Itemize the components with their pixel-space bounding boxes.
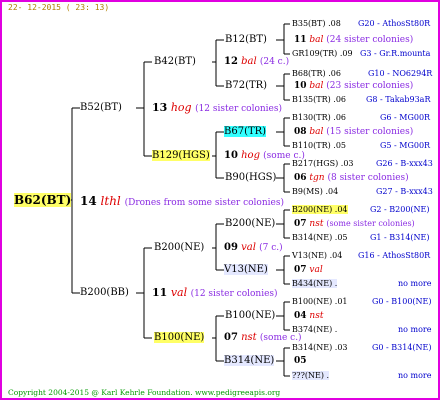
g4-row-11: B434(NE) . [292,279,338,288]
g2-num: 07 [224,332,238,343]
g2-num: 12 [224,56,238,67]
root-note: (Drones from some sister colonies) [124,198,284,208]
g3-node-3: B90(HGS) [225,172,276,184]
g4-row-2: B68(TR) .06 [292,69,341,78]
g2-node-2: B200(NE) [154,242,204,254]
g3-node-2: B67(TR) [224,126,267,138]
g2-id: B200(NE) [154,242,205,253]
g1-note: (12 sister colonies) [195,104,282,114]
g4-row-0: B35(BT) .08 [292,19,341,28]
g3-info-3: 06 tgn (8 sister colonies) [294,173,409,183]
g3-info-4: 07 nst (some sister colonies) [294,219,415,229]
g3-info-6: 04 nst [294,311,324,321]
g3-info-1: 10 bal (23 sister colonies) [294,81,414,91]
g4-row-8: B200(NE) .04 [292,205,348,214]
g4-row-5: B110(TR) .05 [292,141,347,150]
g4-info-10: G16 - AthosSt80R [358,251,431,260]
g2-id: B129(HGS) [152,150,210,161]
g4-row-3: B135(TR) .06 [292,95,347,104]
g1-num: 13 [152,101,168,114]
g2-note: (24 c.) [259,57,290,67]
root-num: 14 [80,194,97,208]
g1-sub: val [170,286,188,299]
g2-node-1: B129(HGS) [152,150,210,162]
g4-info-4: G6 - MG00R [380,113,431,122]
g4-info-1: G3 - Gr.R.mounta [360,49,431,58]
g4-info-2: G10 - NO6294R [368,69,433,78]
g4-info-7: G27 - B-xxx43 [376,187,433,196]
g3-node-7: B314(NE) [224,355,275,367]
g2-info-0: 12 bal (24 c.) [224,56,289,68]
g1-id: B52(BT) [80,102,122,113]
g2-sub: nst [241,332,257,343]
g2-info-3: 07 nst (some c.) [224,332,302,344]
g4-row-9: B314(NE) .05 [292,233,348,242]
g3-info-2: 08 bal (15 sister colonies) [294,127,414,137]
g3-node-6: B100(NE) [225,310,275,322]
g4-info-14: G0 - B314(NE) [372,343,432,352]
g2-sub: val [241,242,256,253]
g4-info-5: G5 - MG00R [380,141,431,150]
g4-info-9: G1 - B314(NE) [370,233,430,242]
g3-node-1: B72(TR) [225,80,267,92]
g3-node-4: B200(NE) [225,218,275,230]
g4-info-11: no more [398,279,432,288]
g4-info-15: no more [398,371,432,380]
g1-node-0: B52(BT) [80,102,122,114]
g3-id: B90(HGS) [225,172,277,183]
g4-row-14: B314(NE) .03 [292,343,348,352]
g1-num: 11 [152,286,168,299]
g4-info-6: G26 - B-xxx43 [376,159,433,168]
pedigree-frame: 22- 12-2015 ( 23: 13) B62(BT) 14 lthl (D… [0,0,440,400]
g3-info-0: 11 bal (24 sister colonies) [294,35,414,45]
g1-note: (12 sister colonies) [190,289,278,299]
g4-row-1: GR109(TR) .09 [292,49,353,58]
g3-info-5: 07 val [294,265,323,275]
g2-info-2: 09 val (7 c.) [224,242,283,254]
root-node: B62(BT) [14,193,72,207]
g4-info-0: G20 - AthosSt80R [358,19,431,28]
g4-row-6: B217(HGS) .03 [292,159,354,168]
g2-sub: bal [241,56,257,67]
g4-row-10: V13(NE) .04 [292,251,343,260]
root-id: B62(BT) [14,193,72,207]
g3-id: B314(NE) [224,355,275,366]
copyright-notice: Copyright 2004-2015 @ Karl Kehrle Founda… [8,388,281,397]
g2-node-3: B100(NE) [154,332,205,344]
g3-id: V13(NE) [224,264,268,275]
g2-id: B100(NE) [154,332,205,343]
g4-row-7: B9(MS) .04 [292,187,339,196]
g4-row-15: ???(NE) . [292,371,330,380]
g1-sub: hog [170,101,192,114]
root-sub: lthl [100,194,121,208]
g3-id: B100(NE) [225,310,276,321]
g4-row-4: B130(TR) .06 [292,113,347,122]
g3-info-7: 05 [294,356,307,366]
g3-id: B67(TR) [224,126,267,137]
g4-info-13: no more [398,325,432,334]
root-info: 14 lthl (Drones from some sister colonie… [80,194,284,210]
g3-node-0: B12(BT) [225,34,267,46]
g4-info-12: G0 - B100(NE) [372,297,432,306]
g3-node-5: V13(NE) [224,264,268,276]
g3-id: B72(TR) [225,80,268,91]
g2-note: (7 c.) [259,243,283,253]
g4-info-8: G2 - B200(NE) [370,205,430,214]
g1-node-1: B200(BB) [80,287,129,299]
g1-info-1: 11 val (12 sister colonies) [152,287,278,300]
g2-num: 10 [224,150,238,161]
g4-row-12: B100(NE) .01 [292,297,348,306]
g2-node-0: B42(BT) [154,56,196,68]
g3-id: B200(NE) [225,218,276,229]
g2-sub: hog [241,150,260,161]
g2-id: B42(BT) [154,56,196,67]
g2-num: 09 [224,242,238,253]
g1-info-0: 13 hog (12 sister colonies) [152,102,282,115]
g3-id: B12(BT) [225,34,267,45]
g1-id: B200(BB) [80,287,129,298]
g4-row-13: B374(NE) . [292,325,338,334]
g4-info-3: G8 - Takab93aR [366,95,431,104]
